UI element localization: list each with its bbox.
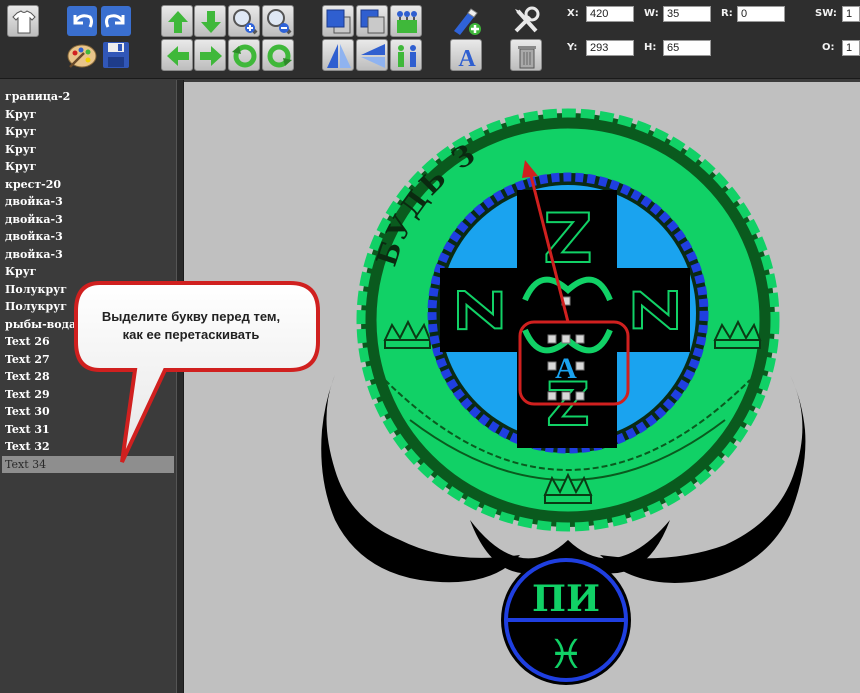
shirt-icon[interactable] <box>7 5 39 37</box>
h-label: H: <box>644 42 657 53</box>
layer-item[interactable]: Полукруг <box>2 281 174 299</box>
y-label: Y: <box>567 42 578 53</box>
pisces-icon: ♓ <box>548 632 584 678</box>
text-icon[interactable]: A <box>450 39 482 72</box>
layer-item[interactable]: Text 32 <box>2 438 174 456</box>
h-field[interactable]: 65 <box>663 40 711 56</box>
drawing-canvas[interactable]: БУДЬ З Z Z Z Z A ПИ ♓ <box>184 82 860 693</box>
w-label: W: <box>644 8 659 19</box>
layer-item[interactable]: Text 28 <box>2 368 174 386</box>
layer-item[interactable]: Круг <box>2 106 174 124</box>
tooltip-line-1: Выделите букву перед тем, <box>101 309 281 324</box>
send-back-icon[interactable] <box>356 5 388 37</box>
glyph-left: Z <box>443 288 513 332</box>
layer-item[interactable]: граница-2 <box>2 88 174 106</box>
zoom-out-icon[interactable] <box>262 5 294 37</box>
layer-item[interactable]: Круг <box>2 263 174 281</box>
flip-vertical-icon[interactable] <box>322 39 354 71</box>
layer-item[interactable]: двойка-3 <box>2 211 174 229</box>
w-field[interactable]: 35 <box>663 6 711 22</box>
sw-field[interactable]: 1 <box>842 6 860 22</box>
svg-text:A: A <box>458 46 476 72</box>
layer-item[interactable]: Text 29 <box>2 386 174 404</box>
tooltip-text: Выделите букву перед тем, как ее перетас… <box>88 308 294 344</box>
o-field[interactable]: 1 <box>842 40 860 56</box>
add-object-icon[interactable] <box>450 5 482 37</box>
panel-splitter[interactable] <box>176 80 184 693</box>
crown-bottom-icon <box>543 472 593 504</box>
save-icon[interactable] <box>100 39 132 71</box>
crown-right-icon <box>713 319 762 349</box>
layer-item[interactable]: крест-20 <box>2 176 174 194</box>
layer-list: граница-2 Круг Круг Круг Круг крест-20 д… <box>2 88 174 473</box>
layer-item[interactable]: двойка-3 <box>2 193 174 211</box>
move-up-icon[interactable] <box>161 5 193 37</box>
o-label: O: <box>822 42 835 53</box>
toolbar: A X: 420 W: 35 R: 0 SW: 1 Y: 293 H: 65 O… <box>0 0 860 79</box>
layer-item[interactable]: Круг <box>2 158 174 176</box>
layer-item-selected[interactable]: Text 34 <box>2 455 174 473</box>
tools-icon[interactable] <box>510 5 542 37</box>
tooltip-line-2: как ее перетаскивать <box>122 327 260 342</box>
pendant-letters: ПИ <box>532 578 600 620</box>
bring-front-icon[interactable] <box>322 5 354 37</box>
y-field[interactable]: 293 <box>586 40 634 56</box>
r-label: R: <box>721 8 733 19</box>
layer-item[interactable]: Круг <box>2 123 174 141</box>
sw-label: SW: <box>815 8 837 19</box>
x-field[interactable]: 420 <box>586 6 634 22</box>
rotate-right-icon[interactable] <box>262 39 294 71</box>
move-right-icon[interactable] <box>194 39 226 71</box>
crown-left-icon <box>383 319 432 349</box>
rotate-left-icon[interactable] <box>228 39 260 71</box>
layer-item[interactable]: Text 31 <box>2 421 174 439</box>
move-down-icon[interactable] <box>194 5 226 37</box>
zoom-in-icon[interactable] <box>228 5 260 37</box>
layer-item[interactable]: Text 30 <box>2 403 174 421</box>
move-left-icon[interactable] <box>161 39 193 71</box>
layer-panel: граница-2 Круг Круг Круг Круг крест-20 д… <box>0 80 176 693</box>
trash-icon[interactable] <box>510 39 542 71</box>
flip-horizontal-icon[interactable] <box>356 39 388 71</box>
glyph-top: Z <box>543 200 592 279</box>
layer-item[interactable]: Круг <box>2 141 174 159</box>
palette-icon[interactable] <box>66 39 98 71</box>
artwork: БУДЬ З Z Z Z Z A ПИ ♓ <box>321 108 806 685</box>
x-label: X: <box>567 8 579 19</box>
undo-icon[interactable] <box>66 5 98 37</box>
layer-item[interactable]: двойка-3 <box>2 228 174 246</box>
layer-item[interactable]: двойка-3 <box>2 246 174 264</box>
layer-item[interactable]: Text 27 <box>2 351 174 369</box>
mirror-figures-icon[interactable] <box>390 39 422 71</box>
r-field[interactable]: 0 <box>737 6 785 22</box>
glyph-right: Z <box>622 288 692 332</box>
group-icon[interactable] <box>390 5 422 37</box>
redo-icon[interactable] <box>100 5 132 37</box>
selected-letter[interactable]: A <box>555 352 577 385</box>
